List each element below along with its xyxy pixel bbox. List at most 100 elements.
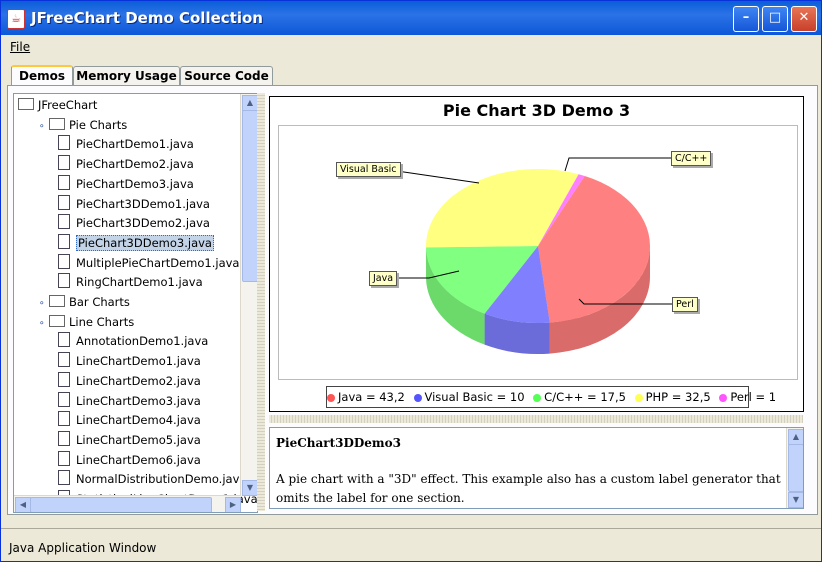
- description-pane[interactable]: PieChart3DDemo3 A pie chart with a "3D" …: [269, 427, 804, 509]
- tree-node-label: LineChartDemo6.java: [76, 452, 201, 467]
- description-title: PieChart3DDemo3: [276, 436, 401, 450]
- scroll-left-icon[interactable]: ◀: [15, 497, 31, 512]
- legend-swatch: [413, 394, 422, 402]
- tree-node-label: NormalDistributionDemo.java: [76, 472, 247, 487]
- tree-file-node[interactable]: PieChartDemo3.java: [58, 174, 194, 193]
- horizontal-split-divider[interactable]: [269, 415, 803, 423]
- tree-file-node[interactable]: PieChart3DDemo3.java: [58, 233, 214, 252]
- legend-item: C/C++ = 17,5: [533, 387, 626, 407]
- expand-toggle-icon[interactable]: ⚬: [38, 118, 46, 136]
- legend-swatch: [719, 394, 728, 402]
- plot-area: Visual Basic C/C++ Java Perl: [278, 125, 798, 380]
- scroll-right-icon[interactable]: ▶: [225, 497, 241, 512]
- tree-folder-node[interactable]: ⚬ Line Charts: [38, 313, 134, 331]
- file-icon: [58, 411, 70, 427]
- tree-file-node[interactable]: PieChart3DDemo1.java: [58, 194, 210, 213]
- tree-folder-node[interactable]: JFreeChart: [18, 96, 97, 114]
- maximize-button[interactable]: □: [762, 6, 788, 32]
- file-icon: [58, 332, 70, 348]
- tree-node-label: AnnotationDemo1.java: [76, 334, 209, 349]
- tree-file-node[interactable]: LineChartDemo5.java: [58, 430, 201, 449]
- demo-tree[interactable]: JFreeChart ⚬ Pie Charts PieChartDemo1.java P…: [13, 93, 258, 513]
- legend-item: Java = 43,2: [327, 387, 405, 407]
- tree-file-node[interactable]: RingChartDemo1.java: [58, 273, 203, 291]
- title-bar[interactable]: ☕ JFreeChart Demo Collection – □ ✕: [1, 1, 821, 35]
- legend-label: C/C++ = 17,5: [544, 390, 626, 404]
- tree-folder-node[interactable]: ⚬ Bar Charts: [38, 293, 130, 311]
- status-text: Java Application Window: [9, 541, 157, 555]
- application-window: ☕ JFreeChart Demo Collection – □ ✕ File …: [0, 0, 822, 562]
- file-icon: [58, 450, 70, 466]
- java-cup-icon[interactable]: ☕: [7, 9, 25, 29]
- label-visual-basic: Visual Basic: [336, 162, 401, 177]
- description-body: A pie chart with a "3D" effect. This exa…: [276, 472, 781, 505]
- description-scrollbar[interactable]: ▲ ▼: [786, 428, 803, 508]
- label-perl: Perl: [672, 297, 698, 312]
- hscroll-thumb[interactable]: [30, 497, 212, 512]
- tree-file-node[interactable]: LineChartDemo6.java: [58, 450, 201, 469]
- expand-toggle-icon[interactable]: ⚬: [38, 295, 46, 313]
- tree-file-node[interactable]: PieChartDemo1.java: [58, 135, 194, 153]
- file-icon: [58, 371, 70, 387]
- tree-node-label: Line Charts: [69, 314, 135, 329]
- expand-toggle-icon[interactable]: ⚬: [38, 315, 46, 333]
- tree-node-label: JFreeChart: [38, 98, 98, 112]
- tree-file-node[interactable]: LineChartDemo3.java: [58, 391, 201, 410]
- tree-node-label: PieChart3DDemo3.java: [76, 234, 214, 251]
- legend-label: Java = 43,2: [338, 390, 405, 404]
- tree-file-node[interactable]: AnnotationDemo1.java: [58, 332, 208, 350]
- minimize-button[interactable]: –: [733, 6, 759, 32]
- scroll-down-icon[interactable]: ▼: [242, 480, 257, 496]
- tree-horizontal-scrollbar[interactable]: ◀ ▶: [14, 495, 241, 512]
- window-title: JFreeChart Demo Collection: [31, 9, 263, 27]
- legend-item: Visual Basic = 10: [413, 387, 525, 407]
- tree-node-label: RingChartDemo1.java: [76, 275, 203, 290]
- tree-vertical-scrollbar[interactable]: ▲ ▼: [240, 94, 257, 496]
- scroll-thumb[interactable]: [242, 110, 257, 282]
- scroll-up-icon[interactable]: ▲: [242, 95, 257, 111]
- label-c-cpp: C/C++: [671, 151, 712, 166]
- scroll-thumb[interactable]: [788, 444, 803, 492]
- legend-label: PHP = 32,5: [645, 390, 711, 404]
- tree-node-label: LineChartDemo4.java: [76, 413, 201, 428]
- folder-icon: [49, 314, 65, 327]
- tab-demos[interactable]: Demos: [11, 65, 73, 87]
- tab-source-code[interactable]: Source Code: [180, 66, 273, 86]
- menu-bar: File: [1, 37, 821, 57]
- tree-file-node[interactable]: LineChartDemo2.java: [58, 371, 201, 390]
- tree-node-label: LineChartDemo1.java: [76, 354, 201, 369]
- file-icon: [58, 470, 70, 486]
- label-connector-line: [564, 157, 671, 172]
- tree-file-node[interactable]: LineChartDemo4.java: [58, 411, 201, 429]
- vertical-split-divider[interactable]: [257, 93, 265, 511]
- tree-node-label: PieChart3DDemo1.java: [76, 196, 210, 211]
- folder-icon: [49, 295, 65, 307]
- chart-panel[interactable]: Pie Chart 3D Demo 3 Visual Basic C/C++ J…: [269, 96, 804, 412]
- tree-folder-node[interactable]: ⚬ Pie Charts: [38, 116, 127, 134]
- file-icon: [58, 174, 70, 190]
- file-icon: [58, 273, 70, 289]
- scroll-down-icon[interactable]: ▼: [788, 492, 803, 508]
- close-button[interactable]: ✕: [791, 6, 817, 32]
- legend-label: Perl = 1: [730, 390, 777, 404]
- legend-swatch: [634, 394, 643, 402]
- status-bar: Java Application Window: [1, 528, 821, 561]
- tab-memory-usage[interactable]: Memory Usage: [73, 66, 180, 86]
- folder-icon: [49, 117, 65, 130]
- file-icon: [58, 155, 70, 171]
- tree-node-label: LineChartDemo3.java: [76, 393, 201, 408]
- chart-legend: Java = 43,2 Visual Basic = 10 C/C++ = 17…: [326, 386, 776, 408]
- tree-node-label: MultiplePieChartDemo1.java: [76, 255, 240, 270]
- tree-node-label: LineChartDemo5.java: [76, 432, 201, 447]
- tree-file-node[interactable]: PieChart3DDemo2.java: [58, 214, 210, 232]
- tree-file-node[interactable]: MultiplePieChartDemo1.java: [58, 253, 240, 272]
- scroll-up-icon[interactable]: ▲: [788, 429, 803, 445]
- legend-label: Visual Basic = 10: [424, 390, 525, 404]
- menu-file[interactable]: File: [10, 40, 30, 54]
- tree-file-node[interactable]: PieChartDemo2.java: [58, 155, 194, 173]
- tree-file-node[interactable]: NormalDistributionDemo.java: [58, 470, 246, 488]
- file-icon: [58, 391, 70, 407]
- tree-file-node[interactable]: LineChartDemo1.java: [58, 352, 201, 370]
- tree-node-label: Pie Charts: [69, 117, 128, 132]
- chart-title: Pie Chart 3D Demo 3: [442, 101, 631, 120]
